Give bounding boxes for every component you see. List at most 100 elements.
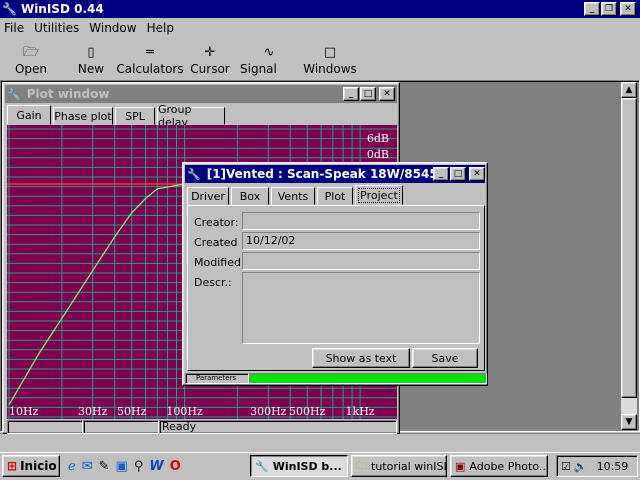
progress-bar xyxy=(250,374,486,383)
task-winisd[interactable]: 🔧 WinISD b... xyxy=(250,455,348,477)
x-tick-label: 10Hz xyxy=(9,405,39,418)
tab-plot-label: Plot xyxy=(324,189,346,203)
volume-icon[interactable]: 🔊 xyxy=(574,460,588,473)
tab-group-delay[interactable]: Group delay xyxy=(157,103,225,129)
new-button[interactable]: ▯ New xyxy=(74,44,108,76)
menu-help[interactable]: Help xyxy=(147,21,174,37)
tab-driver[interactable]: Driver xyxy=(187,187,229,205)
tab-vents-label: Vents xyxy=(277,189,309,203)
project-dialog-icon: 🔧 xyxy=(187,167,201,181)
x-tick-label: 500Hz xyxy=(289,405,326,418)
x-tick-label: 30Hz xyxy=(78,405,108,418)
dialog-maximize-button[interactable]: □ xyxy=(450,167,466,181)
tab-plot[interactable]: Plot xyxy=(317,187,353,205)
opera-icon[interactable]: O xyxy=(170,459,181,474)
project-dialog-title: [1]Vented : Scan-Speak 18W/8545 xyxy=(206,167,438,181)
windows-button[interactable]: □ Windows xyxy=(303,44,357,76)
descr-label: Descr.: xyxy=(194,276,232,289)
app-restore-button[interactable]: ❐ xyxy=(601,2,617,16)
parameters-status: Parameters xyxy=(185,373,249,384)
start-button[interactable]: ⊞ Inicio xyxy=(2,455,60,477)
edit-icon[interactable]: ✎ xyxy=(99,459,110,474)
menu-utilities[interactable]: Utilities xyxy=(34,21,79,37)
task-tutorial-label: tutorial winISD xyxy=(371,459,447,473)
calculators-label: Calculators xyxy=(116,62,184,76)
windows-label: Windows xyxy=(303,62,357,76)
task-tutorial[interactable]: 🗀 tutorial winISD xyxy=(351,455,447,477)
desktop-icon[interactable]: ▣ xyxy=(116,459,128,474)
dialog-minimize-button[interactable]: _ xyxy=(433,167,449,181)
folder-icon: 🗀 xyxy=(356,458,367,472)
task-winisd-label: WinISD b... xyxy=(272,459,342,473)
open-label: Open xyxy=(14,62,48,76)
x-tick-label: 1kHz xyxy=(346,405,375,418)
app-titlebar: 🔧 WinISD 0.44 xyxy=(0,0,640,18)
windows-logo-icon: ⊞ xyxy=(7,459,18,473)
vertical-scrollbar[interactable]: ▲ ▼ xyxy=(621,82,637,430)
tab-phase-plot[interactable]: Phase plot xyxy=(53,107,113,125)
tab-project[interactable]: Project xyxy=(355,185,403,205)
cursor-button[interactable]: ✛ Cursor xyxy=(190,44,229,76)
tab-spl[interactable]: SPL xyxy=(115,107,155,125)
descr-textarea[interactable] xyxy=(242,272,480,344)
start-label: Inicio xyxy=(20,459,57,473)
plot-status-ready: Ready xyxy=(162,420,197,433)
outlook-icon[interactable]: ✉ xyxy=(82,459,93,474)
crosshair-icon: ✛ xyxy=(204,45,216,60)
app-icon: 🔧 xyxy=(2,2,17,16)
show-as-text-button[interactable]: Show as text xyxy=(312,348,410,368)
y-tick-label: 6dB xyxy=(367,132,389,145)
search-icon[interactable]: ⚲ xyxy=(134,459,144,474)
plot-status-1 xyxy=(7,420,83,434)
scroll-up-button[interactable]: ▲ xyxy=(621,82,637,98)
tab-gain[interactable]: Gain xyxy=(7,105,51,125)
modified-field[interactable] xyxy=(242,252,480,270)
internet-explorer-icon[interactable]: ℯ xyxy=(68,459,76,474)
plot-minimize-button[interactable]: _ xyxy=(343,87,359,101)
menu-window[interactable]: Window xyxy=(89,21,136,37)
created-field[interactable]: 10/12/02 xyxy=(242,232,480,250)
modified-label: Modified: xyxy=(194,256,245,269)
creator-label: Creator: xyxy=(194,216,239,229)
app-minimize-button[interactable]: _ xyxy=(584,2,600,16)
task-photoshop-label: Adobe Photo... xyxy=(469,459,548,473)
progress-track xyxy=(249,373,487,384)
scroll-thumb[interactable] xyxy=(621,98,637,398)
windows-icon: □ xyxy=(323,45,337,60)
new-label: New xyxy=(77,62,105,76)
app-title: WinISD 0.44 xyxy=(20,2,104,16)
tab-vents[interactable]: Vents xyxy=(271,187,315,205)
system-tray: ☑ 🔊 10:59 xyxy=(556,455,638,477)
dialog-close-button[interactable]: ✕ xyxy=(469,167,485,181)
calculator-icon: ═ xyxy=(146,45,154,60)
plot-window-title: Plot window xyxy=(26,87,110,101)
plot-maximize-button[interactable]: □ xyxy=(360,87,376,101)
folder-open-icon: 🗁 xyxy=(22,45,40,60)
calculators-button[interactable]: ═ Calculators xyxy=(116,44,183,76)
signal-generator-icon: ∿ xyxy=(263,45,275,60)
save-button[interactable]: Save xyxy=(412,348,478,368)
plot-status-2 xyxy=(83,420,159,434)
menu-bar: File Utilities Window Help xyxy=(4,21,184,37)
created-value: 10/12/02 xyxy=(246,234,296,247)
open-button[interactable]: 🗁 Open xyxy=(14,44,48,76)
app-close-button[interactable]: ✕ xyxy=(620,2,636,16)
creator-field[interactable] xyxy=(242,212,480,230)
scroll-down-button[interactable]: ▼ xyxy=(621,414,637,430)
winisd-task-icon: 🔧 xyxy=(255,459,269,473)
statusbar-main xyxy=(0,433,640,451)
task-photoshop[interactable]: ▣ Adobe Photo... xyxy=(450,455,548,477)
tab-box[interactable]: Box xyxy=(231,187,269,205)
parameters-label: Parameters xyxy=(196,374,237,382)
menu-file[interactable]: File xyxy=(4,21,24,37)
plot-window-titlebar: 🔧 Plot window xyxy=(5,85,397,103)
tab-gain-label: Gain xyxy=(16,108,42,122)
plot-close-button[interactable]: ✕ xyxy=(379,87,395,101)
word-icon[interactable]: W xyxy=(149,459,163,474)
quick-launch: ℯ ✉ ✎ ▣ ⚲ W O xyxy=(68,456,244,476)
network-icon[interactable]: ☑ xyxy=(561,460,571,473)
tab-spl-label: SPL xyxy=(125,109,145,123)
x-tick-label: 100Hz xyxy=(166,405,203,418)
created-label: Created : xyxy=(194,236,245,249)
clock: 10:59 xyxy=(596,459,629,473)
